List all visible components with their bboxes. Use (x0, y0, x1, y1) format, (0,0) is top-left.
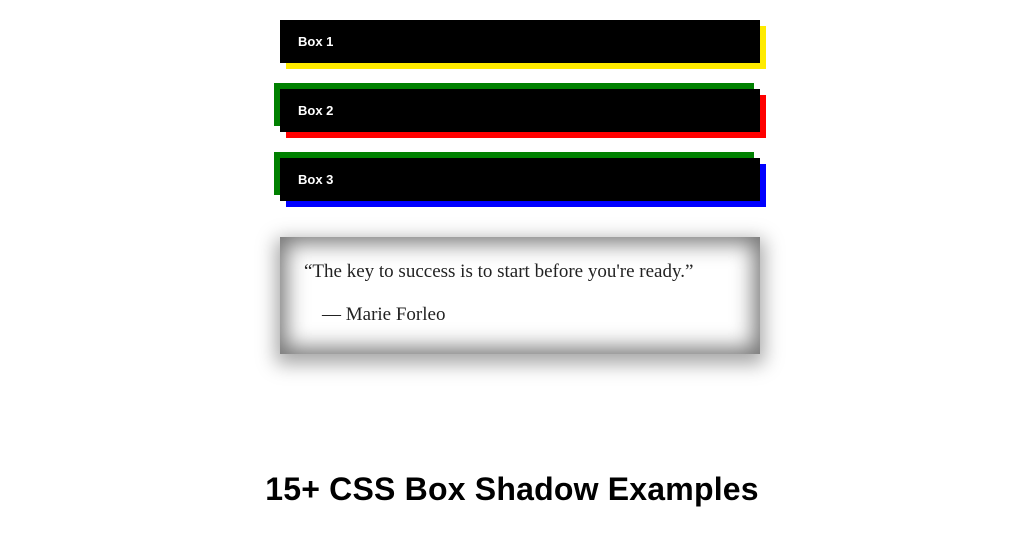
quote-author: — Marie Forleo (322, 304, 736, 326)
box-1-label: Box 1 (298, 34, 333, 49)
box-3-label: Box 3 (298, 172, 333, 187)
quote-card: “The key to success is to start before y… (280, 237, 760, 354)
box-shadow-example-1: Box 1 (280, 20, 760, 63)
box-shadow-example-2: Box 2 (280, 89, 760, 132)
quote-text: “The key to success is to start before y… (304, 259, 736, 286)
examples-container: Box 1 Box 2 Box 3 “The key to success is… (280, 20, 760, 354)
page-title: 15+ CSS Box Shadow Examples (0, 471, 1024, 508)
box-2-label: Box 2 (298, 103, 333, 118)
box-shadow-example-3: Box 3 (280, 158, 760, 201)
